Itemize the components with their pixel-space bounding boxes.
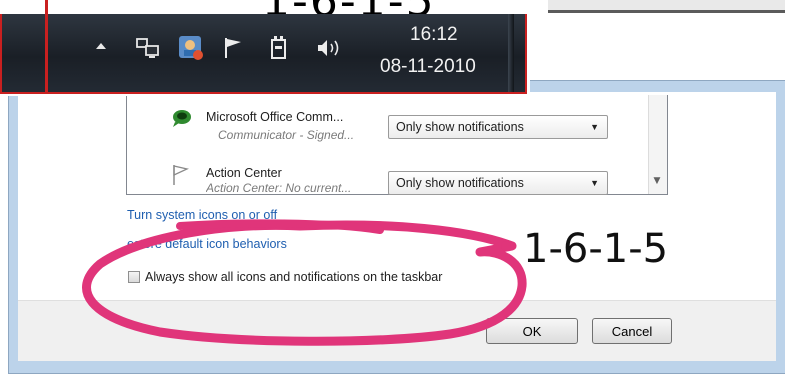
annotation-label: 1-6-1-5 xyxy=(523,226,669,272)
highlight-circle xyxy=(82,219,527,346)
